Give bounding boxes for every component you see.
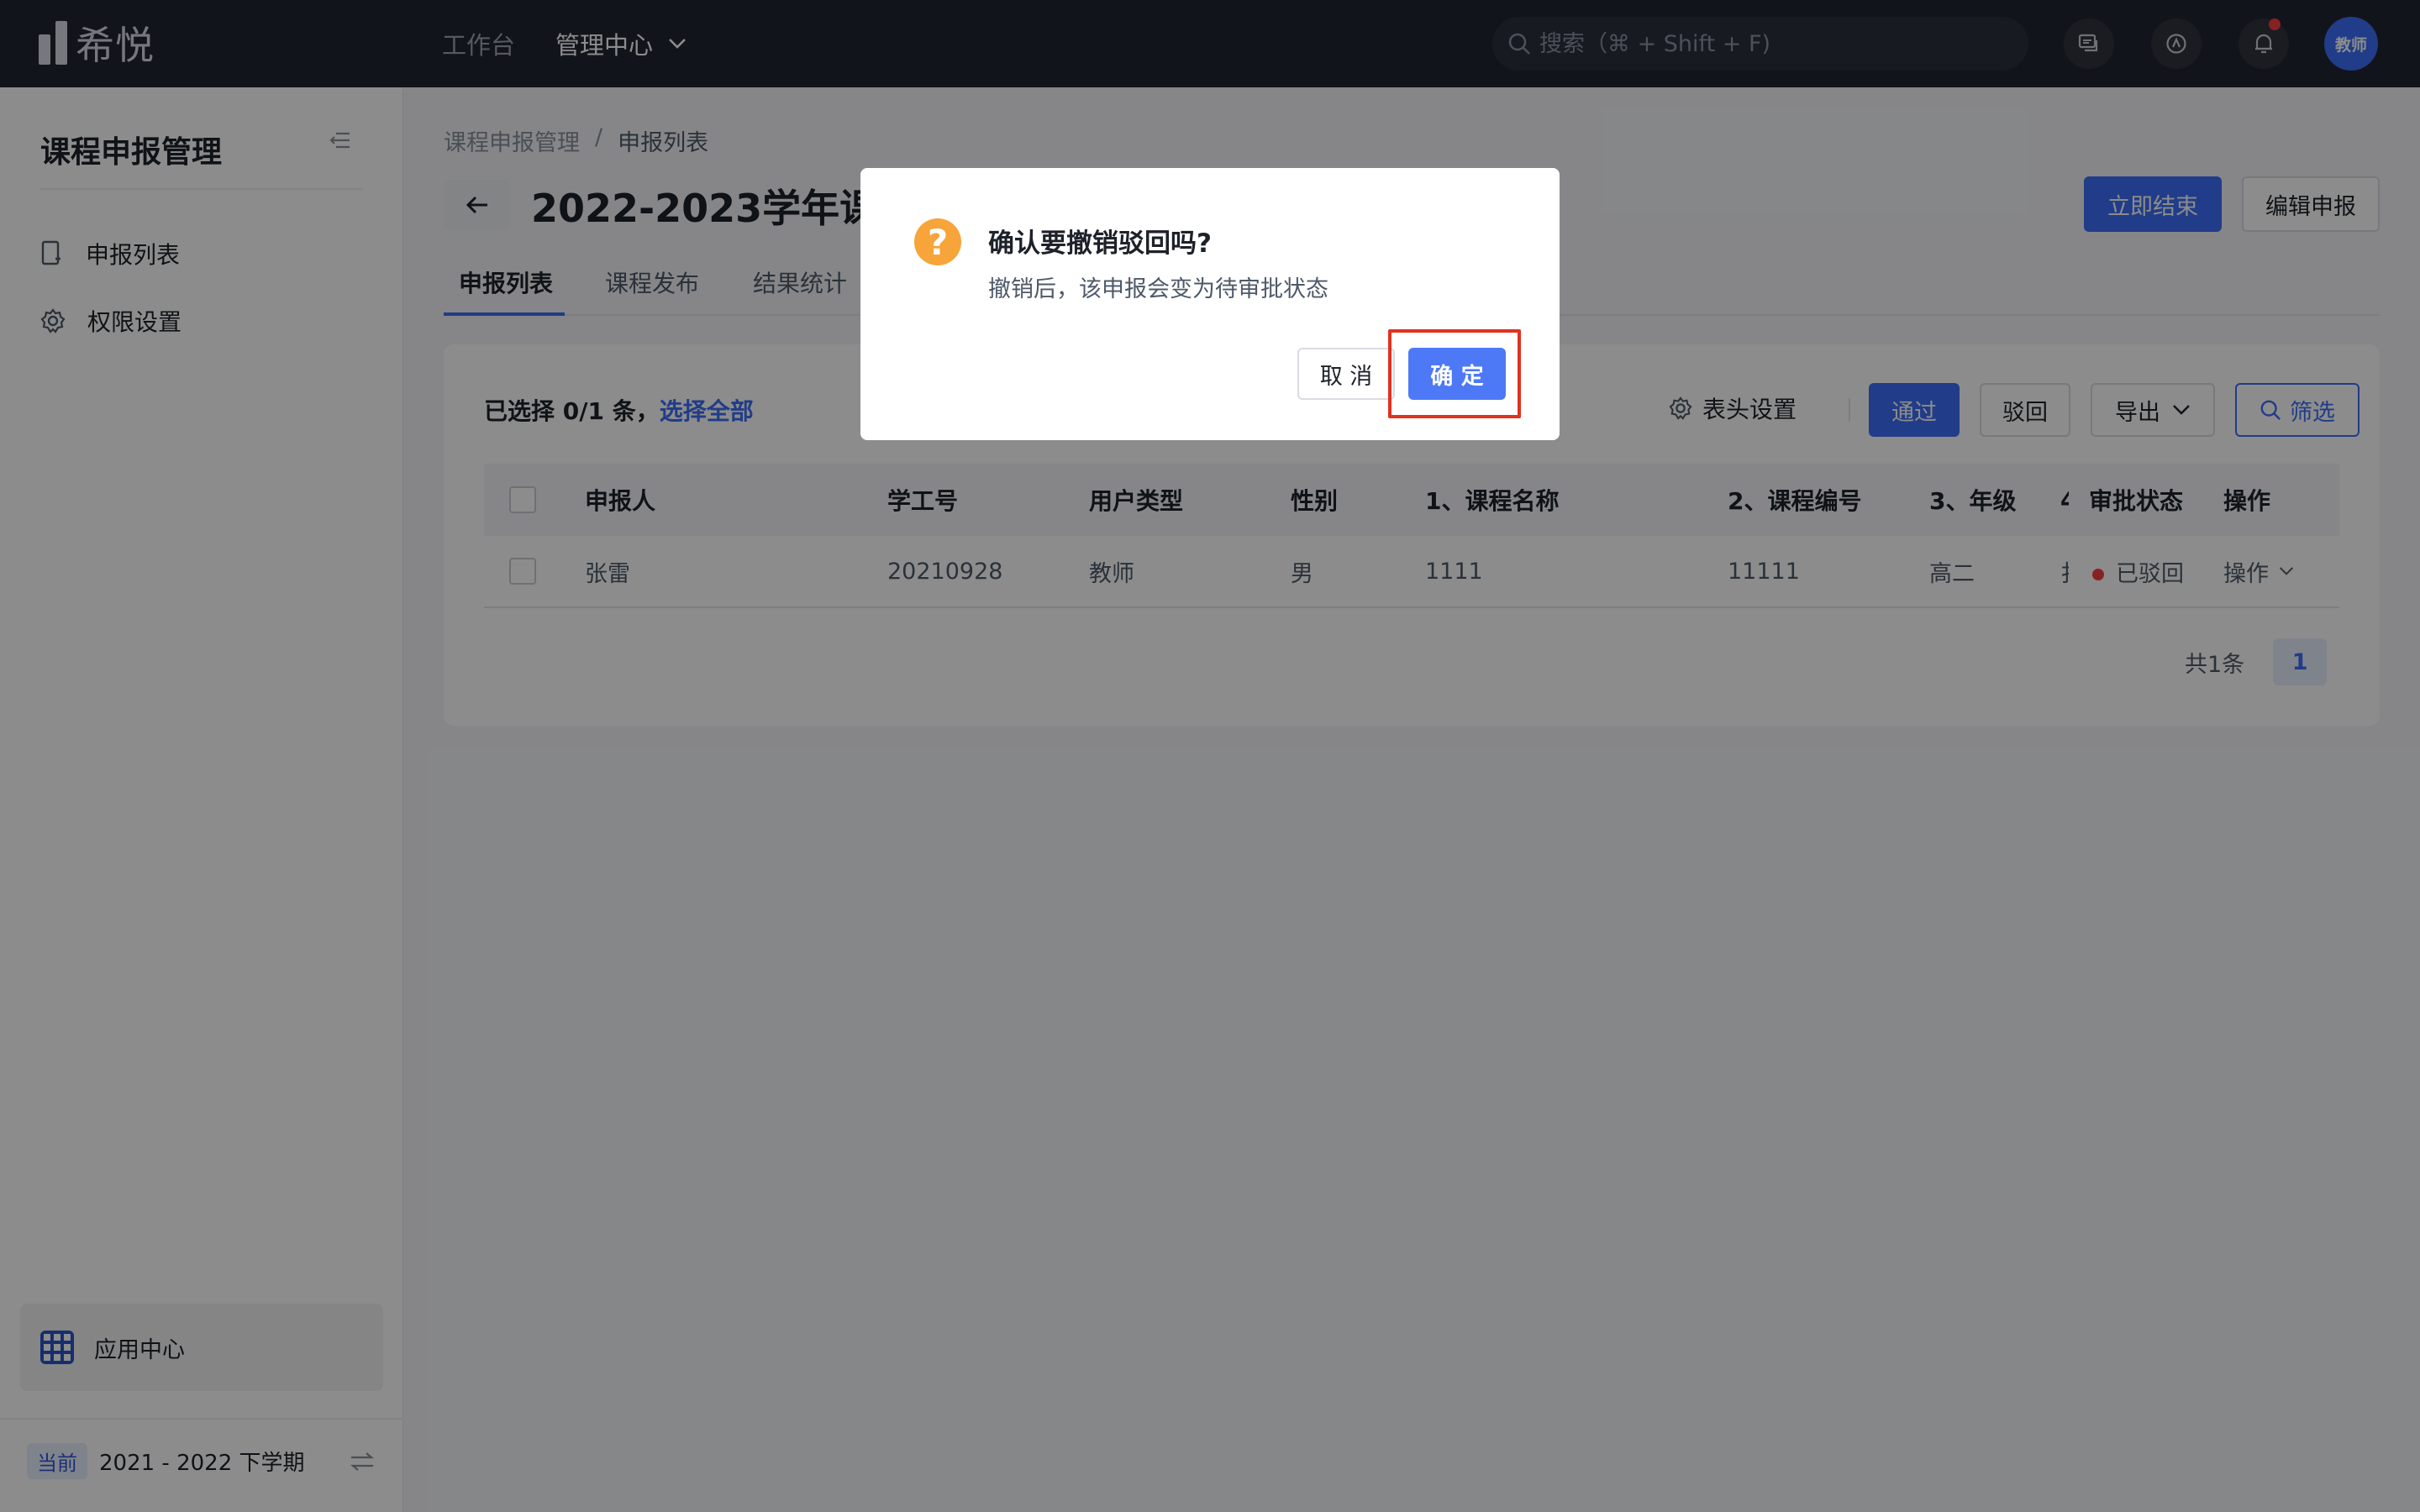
question-icon: ? xyxy=(914,218,961,265)
dialog-description: 撤销后，该申报会变为待审批状态 xyxy=(988,276,1328,302)
cancel-button[interactable]: 取 消 xyxy=(1297,348,1395,400)
dialog-title: 确认要撤销驳回吗? xyxy=(988,228,1212,259)
confirm-highlight-box xyxy=(1388,329,1521,418)
